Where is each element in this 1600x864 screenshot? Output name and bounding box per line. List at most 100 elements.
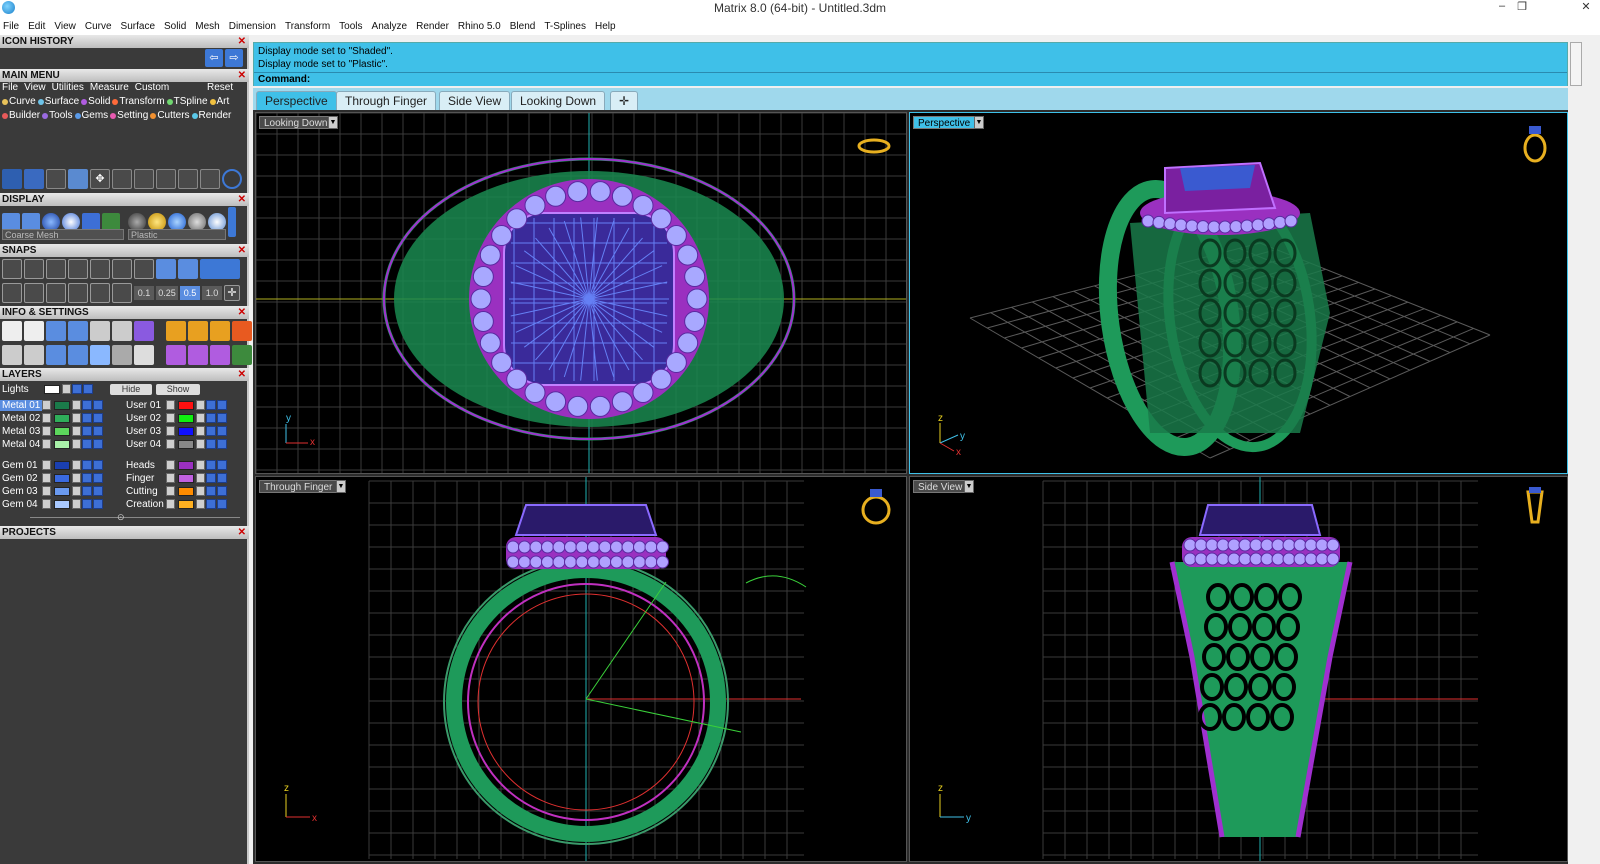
notes-icon[interactable] — [134, 345, 154, 365]
grid-snap-icon[interactable] — [2, 283, 22, 303]
main-menu-setting[interactable]: Setting — [117, 110, 148, 121]
viewport-dropdown-icon[interactable]: ▼ — [974, 116, 984, 129]
add-tab-button[interactable]: ✛ — [610, 91, 638, 110]
lock-icon[interactable] — [72, 400, 81, 410]
lock-icon[interactable] — [72, 486, 81, 496]
snap-center-icon[interactable] — [112, 259, 132, 279]
circle-tool-icon[interactable] — [222, 169, 242, 189]
material-select[interactable]: Plastic — [128, 229, 226, 240]
layer-row[interactable]: User 01 — [124, 399, 228, 411]
visible-icon[interactable] — [206, 460, 216, 470]
mirror-tool-icon[interactable] — [200, 169, 220, 189]
visible-icon[interactable] — [206, 473, 216, 483]
layer-color-swatch[interactable] — [178, 473, 194, 483]
layer-name[interactable]: Cutting — [124, 486, 166, 497]
menu-analyze[interactable]: Analyze — [372, 21, 408, 32]
snap-settings-icon[interactable]: ✛ — [224, 285, 240, 301]
snap-perp-icon[interactable] — [90, 259, 110, 279]
current-icon[interactable] — [217, 426, 227, 436]
layer-expand-icon[interactable] — [42, 486, 51, 496]
snap-mid-icon[interactable] — [68, 259, 88, 279]
main-menu-tools[interactable]: Tools — [49, 110, 72, 121]
lock-icon[interactable] — [196, 486, 205, 496]
tab-perspective[interactable]: Perspective — [256, 91, 337, 110]
layer-expand-icon[interactable] — [166, 439, 175, 449]
visible-icon[interactable] — [82, 486, 92, 496]
current-icon[interactable] — [93, 439, 103, 449]
layer-color-swatch[interactable] — [54, 413, 70, 423]
cylinder-icon[interactable] — [68, 345, 88, 365]
collapse-icon[interactable]: ⊙ — [117, 512, 125, 523]
current-icon[interactable] — [217, 460, 227, 470]
layer-color-swatch[interactable] — [54, 426, 70, 436]
lock-icon[interactable] — [72, 460, 81, 470]
smarttrack-icon[interactable] — [90, 283, 110, 303]
layer-row[interactable]: Metal 03 — [0, 425, 104, 437]
hide-button[interactable]: Hide — [110, 383, 152, 395]
viewport-dropdown-icon[interactable]: ▼ — [964, 480, 974, 493]
viewport-label-through-finger[interactable]: Through Finger — [259, 480, 338, 493]
layers-icon[interactable] — [46, 321, 66, 341]
tab-side-view[interactable]: Side View — [439, 91, 511, 110]
menu-view[interactable]: View — [54, 21, 76, 32]
snap-quad-icon[interactable] — [134, 259, 154, 279]
lock-icon[interactable] — [72, 426, 81, 436]
snap-near-icon[interactable] — [24, 259, 44, 279]
lock-icon[interactable] — [196, 426, 205, 436]
info-tool-3-icon[interactable] — [210, 321, 230, 341]
viewport-dropdown-icon[interactable]: ▼ — [336, 480, 346, 493]
lock-icon[interactable] — [72, 413, 81, 423]
mesh-select[interactable]: Coarse Mesh — [2, 229, 124, 240]
layer-name[interactable]: Creation — [124, 499, 166, 510]
layer-name[interactable]: User 04 — [124, 439, 166, 450]
current-icon[interactable] — [93, 413, 103, 423]
layer-row[interactable]: User 02 — [124, 412, 228, 424]
visible-icon[interactable] — [206, 413, 216, 423]
layer-name[interactable]: Gem 04 — [0, 499, 42, 510]
current-icon[interactable] — [217, 486, 227, 496]
main-menu-measure[interactable]: Measure — [90, 82, 129, 93]
layer-row[interactable]: Heads — [124, 459, 228, 471]
layer-name[interactable]: Metal 04 — [0, 439, 42, 450]
main-menu-tspline[interactable]: TSpline — [174, 96, 208, 107]
current-icon[interactable] — [83, 384, 93, 394]
visible-icon[interactable] — [82, 439, 92, 449]
viewport-dropdown-icon[interactable]: ▼ — [328, 116, 338, 129]
align-tool-icon[interactable] — [178, 169, 198, 189]
command-scrollbar[interactable] — [1570, 42, 1582, 86]
layer-row[interactable]: Gem 03 — [0, 485, 104, 497]
info-tool-7-icon[interactable] — [210, 345, 230, 365]
layer-name[interactable]: Gem 01 — [0, 460, 42, 471]
lights-color-swatch[interactable] — [44, 384, 60, 394]
minimize-button[interactable]: – — [1492, 0, 1512, 12]
menu-tools[interactable]: Tools — [339, 21, 362, 32]
info-tool-4-icon[interactable] — [232, 321, 252, 341]
layer-color-swatch[interactable] — [54, 460, 70, 470]
tab-through-finger[interactable]: Through Finger — [336, 91, 437, 110]
layer-expand-icon[interactable] — [166, 426, 175, 436]
lock-icon[interactable] — [62, 384, 71, 394]
layer-color-swatch[interactable] — [54, 486, 70, 496]
layer-name[interactable]: User 02 — [124, 413, 166, 424]
snap-ortho-icon[interactable] — [200, 259, 240, 279]
info-tool-1-icon[interactable] — [166, 321, 186, 341]
layer-expand-icon[interactable] — [42, 499, 51, 509]
lock-icon[interactable] — [196, 473, 205, 483]
gumball-icon[interactable] — [46, 283, 66, 303]
layer-expand-icon[interactable] — [42, 426, 51, 436]
visible-icon[interactable] — [82, 413, 92, 423]
funnel-icon[interactable] — [90, 345, 110, 365]
menu-tsplines[interactable]: T-Splines — [544, 21, 586, 32]
snap-value-1-0[interactable]: 1.0 — [202, 286, 222, 300]
search-icon[interactable] — [24, 321, 44, 341]
visible-icon[interactable] — [82, 400, 92, 410]
layer-color-swatch[interactable] — [178, 426, 194, 436]
show-button[interactable]: Show — [156, 383, 200, 395]
viewport-label-looking-down[interactable]: Looking Down — [259, 116, 333, 129]
layer-row[interactable]: Gem 01 — [0, 459, 104, 471]
arc-tool-icon[interactable] — [24, 169, 44, 189]
lock-icon[interactable] — [72, 499, 81, 509]
layer-row[interactable]: Creation — [124, 498, 228, 510]
layer-color-swatch[interactable] — [54, 400, 70, 410]
layer-name[interactable]: User 01 — [124, 400, 166, 411]
